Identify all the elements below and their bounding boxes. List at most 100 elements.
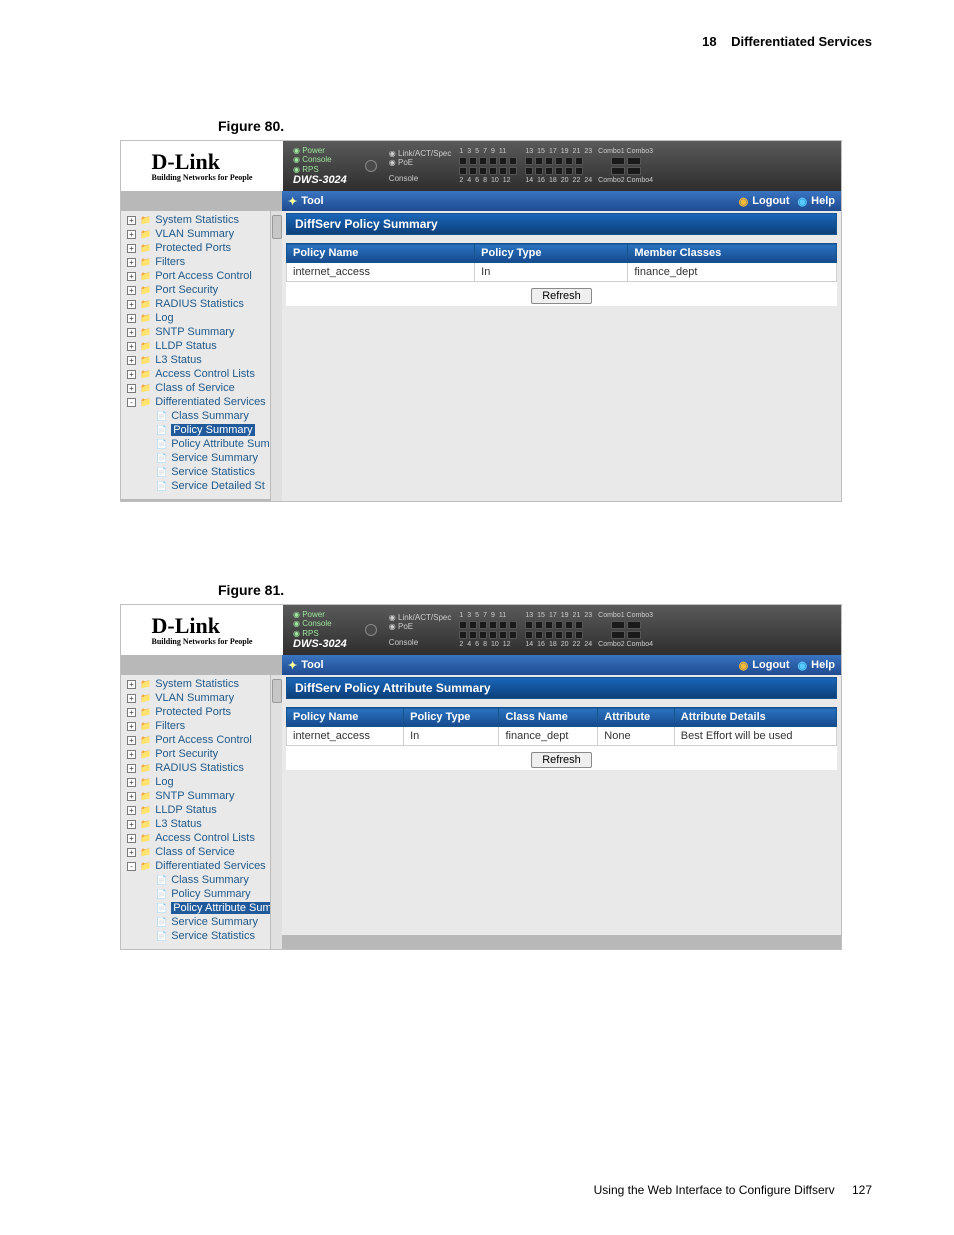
expand-icon[interactable]: +	[127, 778, 136, 787]
tree-item-label: VLAN Summary	[155, 692, 234, 704]
tree-leaf[interactable]: 📄Service Statistics	[121, 465, 282, 479]
tool-icon: ✦	[288, 659, 297, 672]
brand-logo: D-Link Building Networks for People	[121, 141, 283, 191]
tree-branch[interactable]: +📁L3 Status	[121, 817, 282, 831]
tree-branch[interactable]: +📁Filters	[121, 719, 282, 733]
document-icon: 📄	[156, 931, 167, 942]
tree-branch[interactable]: +📁RADIUS Statistics	[121, 297, 282, 311]
expand-icon[interactable]: +	[127, 244, 136, 253]
tree-leaf[interactable]: 📄Service Summary	[121, 915, 282, 929]
expand-icon[interactable]: +	[127, 834, 136, 843]
tree-connector-icon	[143, 426, 152, 435]
status-link: ◉ Link/ACT/Spec	[389, 613, 452, 623]
tree-branch[interactable]: +📁Access Control Lists	[121, 831, 282, 845]
tree-branch[interactable]: +📁L3 Status	[121, 353, 282, 367]
tree-leaf[interactable]: 📄Service Summary	[121, 451, 282, 465]
expand-icon[interactable]: +	[127, 258, 136, 267]
led-rps: ◉ RPS	[293, 629, 347, 639]
tree-item-label: Class Summary	[171, 874, 249, 886]
expand-icon[interactable]: +	[127, 736, 136, 745]
document-icon: 📄	[156, 453, 167, 464]
expand-icon[interactable]: +	[127, 848, 136, 857]
policy-table: Policy Name Policy Type Member Classes i…	[286, 243, 837, 282]
tree-branch[interactable]: +📁Class of Service	[121, 381, 282, 395]
expand-icon[interactable]: +	[127, 230, 136, 239]
expand-icon[interactable]: +	[127, 328, 136, 337]
tree-branch[interactable]: +📁System Statistics	[121, 677, 282, 691]
tool-dropdown[interactable]: Tool	[301, 195, 323, 207]
expand-icon[interactable]: +	[127, 708, 136, 717]
tree-branch[interactable]: -📁Differentiated Services	[121, 859, 282, 873]
collapse-icon[interactable]: -	[127, 398, 136, 407]
tree-branch[interactable]: +📁SNTP Summary	[121, 789, 282, 803]
tree-leaf[interactable]: 📄Service Detailed St	[121, 479, 282, 493]
expand-icon[interactable]: +	[127, 356, 136, 365]
expand-icon[interactable]: +	[127, 722, 136, 731]
folder-icon: 📁	[140, 257, 151, 268]
tree-branch[interactable]: +📁Protected Ports	[121, 705, 282, 719]
tree-leaf[interactable]: 📄Policy Attribute Sum	[121, 437, 282, 451]
expand-icon[interactable]: +	[127, 680, 136, 689]
tree-branch[interactable]: +📁VLAN Summary	[121, 691, 282, 705]
tree-branch[interactable]: +📁SNTP Summary	[121, 325, 282, 339]
tree-branch[interactable]: +📁Port Security	[121, 283, 282, 297]
tool-dropdown[interactable]: Tool	[301, 659, 323, 671]
tree-branch[interactable]: +📁Log	[121, 775, 282, 789]
tree-branch[interactable]: +📁VLAN Summary	[121, 227, 282, 241]
expand-icon[interactable]: +	[127, 370, 136, 379]
tree-branch[interactable]: +📁Protected Ports	[121, 241, 282, 255]
tree-connector-icon	[143, 904, 152, 913]
expand-icon[interactable]: +	[127, 300, 136, 309]
table-row: internet_access In finance_dept None Bes…	[287, 727, 837, 746]
tree-leaf[interactable]: 📄Service Statistics	[121, 929, 282, 943]
logout-button[interactable]: ◉Logout	[739, 195, 790, 208]
tree-branch[interactable]: +📁Log	[121, 311, 282, 325]
expand-icon[interactable]: +	[127, 342, 136, 351]
expand-icon[interactable]: +	[127, 764, 136, 773]
col-attribute: Attribute	[598, 708, 675, 727]
tree-leaf[interactable]: 📄Policy Summary	[121, 423, 282, 437]
document-icon: 📄	[156, 903, 167, 914]
refresh-button[interactable]: Refresh	[531, 752, 592, 768]
expand-icon[interactable]: +	[127, 314, 136, 323]
tree-branch[interactable]: +📁Port Security	[121, 747, 282, 761]
expand-icon[interactable]: +	[127, 272, 136, 281]
tree-branch[interactable]: +📁System Statistics	[121, 213, 282, 227]
expand-icon[interactable]: +	[127, 286, 136, 295]
expand-icon[interactable]: +	[127, 806, 136, 815]
tree-branch[interactable]: +📁Access Control Lists	[121, 367, 282, 381]
tree-leaf[interactable]: 📄Policy Summary	[121, 887, 282, 901]
brand-tagline: Building Networks for People	[152, 173, 253, 182]
tree-branch[interactable]: -📁Differentiated Services	[121, 395, 282, 409]
expand-icon[interactable]: +	[127, 820, 136, 829]
expand-icon[interactable]: +	[127, 384, 136, 393]
expand-icon[interactable]: +	[127, 750, 136, 759]
tree-branch[interactable]: +📁Class of Service	[121, 845, 282, 859]
tree-branch[interactable]: +📁RADIUS Statistics	[121, 761, 282, 775]
tree-branch[interactable]: +📁LLDP Status	[121, 803, 282, 817]
brand-logo: D-Link Building Networks for People	[121, 605, 283, 655]
tree-branch[interactable]: + 📁 Filters	[121, 255, 282, 269]
tree-item-label: Filters	[155, 256, 185, 268]
tree-item-label: Policy Attribute Sum	[171, 902, 273, 914]
tree-leaf[interactable]: 📄Class Summary	[121, 873, 282, 887]
help-button[interactable]: ◉Help	[798, 195, 835, 208]
tree-leaf[interactable]: 📄 Policy Attribute Sum	[121, 901, 282, 915]
expand-icon[interactable]: +	[127, 694, 136, 703]
expand-icon[interactable]: +	[127, 216, 136, 225]
sidebar-scrollbar[interactable]	[270, 675, 282, 949]
logout-button[interactable]: ◉Logout	[739, 659, 790, 672]
collapse-icon[interactable]: -	[127, 862, 136, 871]
figure-81-caption: Figure 81.	[218, 582, 954, 598]
refresh-button[interactable]: Refresh	[531, 288, 592, 304]
tree-branch[interactable]: +📁Port Access Control	[121, 269, 282, 283]
col-member-classes: Member Classes	[628, 244, 837, 263]
tree-leaf[interactable]: 📄Class Summary	[121, 409, 282, 423]
expand-icon[interactable]: +	[127, 792, 136, 801]
col-attribute-details: Attribute Details	[674, 708, 836, 727]
help-button[interactable]: ◉Help	[798, 659, 835, 672]
tree-branch[interactable]: +📁LLDP Status	[121, 339, 282, 353]
folder-icon: 📁	[140, 707, 151, 718]
tree-branch[interactable]: +📁Port Access Control	[121, 733, 282, 747]
sidebar-scrollbar[interactable]	[270, 211, 282, 501]
